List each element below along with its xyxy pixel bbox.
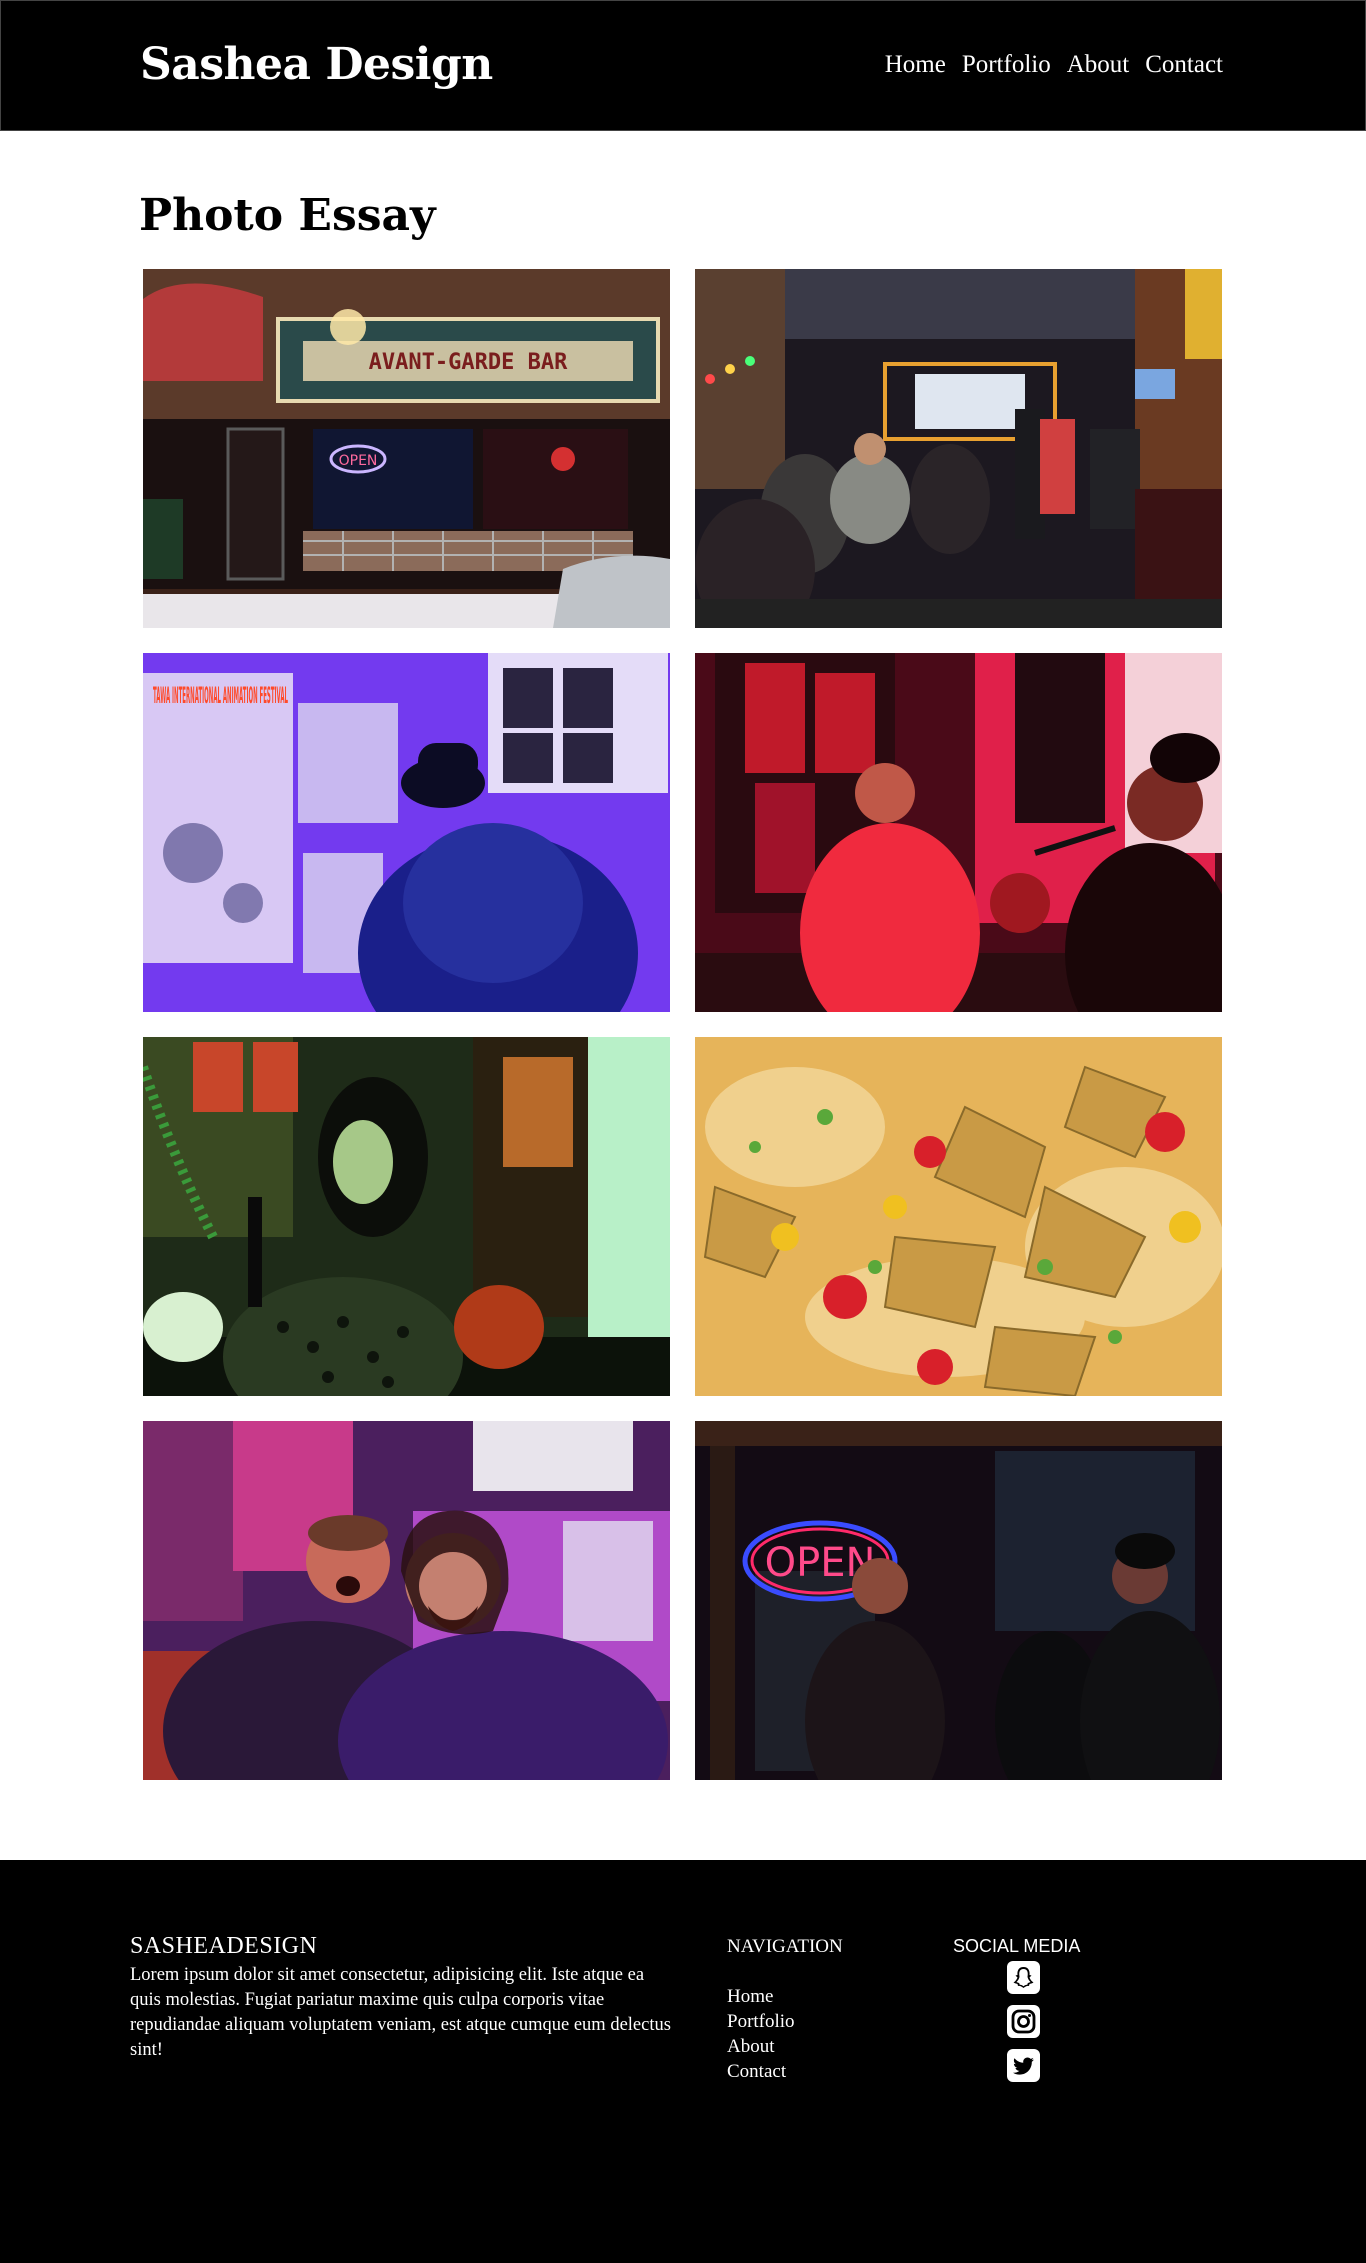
nachos-illustration [695, 1037, 1222, 1396]
nav-portfolio-link[interactable]: Portfolio [962, 49, 1051, 81]
photo-fur-coat[interactable]: TAWA INTERNATIONAL ANIMATION FESTIVAL [143, 653, 670, 1012]
photo-bar-interior[interactable] [695, 269, 1222, 628]
photo-purple-duo[interactable] [143, 1421, 670, 1780]
red-performers-illustration [695, 653, 1222, 1012]
footer-description: Lorem ipsum dolor sit amet consectetur, … [130, 1965, 671, 2060]
nav-about-link[interactable]: About [1067, 49, 1130, 81]
photo-green-singer[interactable] [143, 1037, 670, 1396]
snapchat-icon[interactable] [1007, 1961, 1040, 1994]
photo-red-performers[interactable] [695, 653, 1222, 1012]
footer-brand: SASHEADESIGN [130, 1933, 318, 1959]
site-footer: SASHEADESIGN Lorem ipsum dolor sit amet … [0, 1860, 1366, 2263]
site-header: Sashea Design Home Portfolio About Conta… [0, 0, 1366, 131]
poster-text: TAWA INTERNATIONAL ANIMATION FESTIVAL [153, 684, 288, 709]
photo-bar-storefront[interactable]: AVANT-GARDE BAR OPEN [143, 269, 670, 628]
nav-home-link[interactable]: Home [885, 49, 946, 81]
brand-logo[interactable]: Sashea Design [140, 39, 493, 91]
instagram-icon[interactable] [1007, 2005, 1040, 2038]
footer-nav-heading: NAVIGATION [727, 1936, 843, 1957]
twitter-icon[interactable] [1007, 2049, 1040, 2082]
bar-sign-text: AVANT-GARDE BAR [369, 350, 568, 375]
main-nav: Home Portfolio About Contact [885, 49, 1223, 81]
footer-social-heading: SOCIAL MEDIA [953, 1936, 1081, 1956]
social-icons [1007, 1961, 1040, 2082]
footer-about-link[interactable]: About [727, 2034, 795, 2059]
page-title: Photo Essay [139, 190, 436, 241]
purple-duo-illustration [143, 1421, 670, 1780]
neon-open-text: OPEN [339, 453, 378, 469]
storefront-illustration: AVANT-GARDE BAR OPEN [143, 269, 670, 628]
footer-nav: Home Portfolio About Contact [727, 1984, 795, 2084]
footer-home-link[interactable]: Home [727, 1984, 795, 2009]
neon-window-illustration: OPEN [695, 1421, 1222, 1780]
fur-coat-illustration: TAWA INTERNATIONAL ANIMATION FESTIVAL [143, 653, 670, 1012]
green-singer-illustration [143, 1037, 670, 1396]
nav-contact-link[interactable]: Contact [1145, 49, 1223, 81]
footer-contact-link[interactable]: Contact [727, 2059, 795, 2084]
bar-interior-illustration [695, 269, 1222, 628]
photo-nachos[interactable] [695, 1037, 1222, 1396]
footer-portfolio-link[interactable]: Portfolio [727, 2009, 795, 2034]
photo-neon-window[interactable]: OPEN [695, 1421, 1222, 1780]
